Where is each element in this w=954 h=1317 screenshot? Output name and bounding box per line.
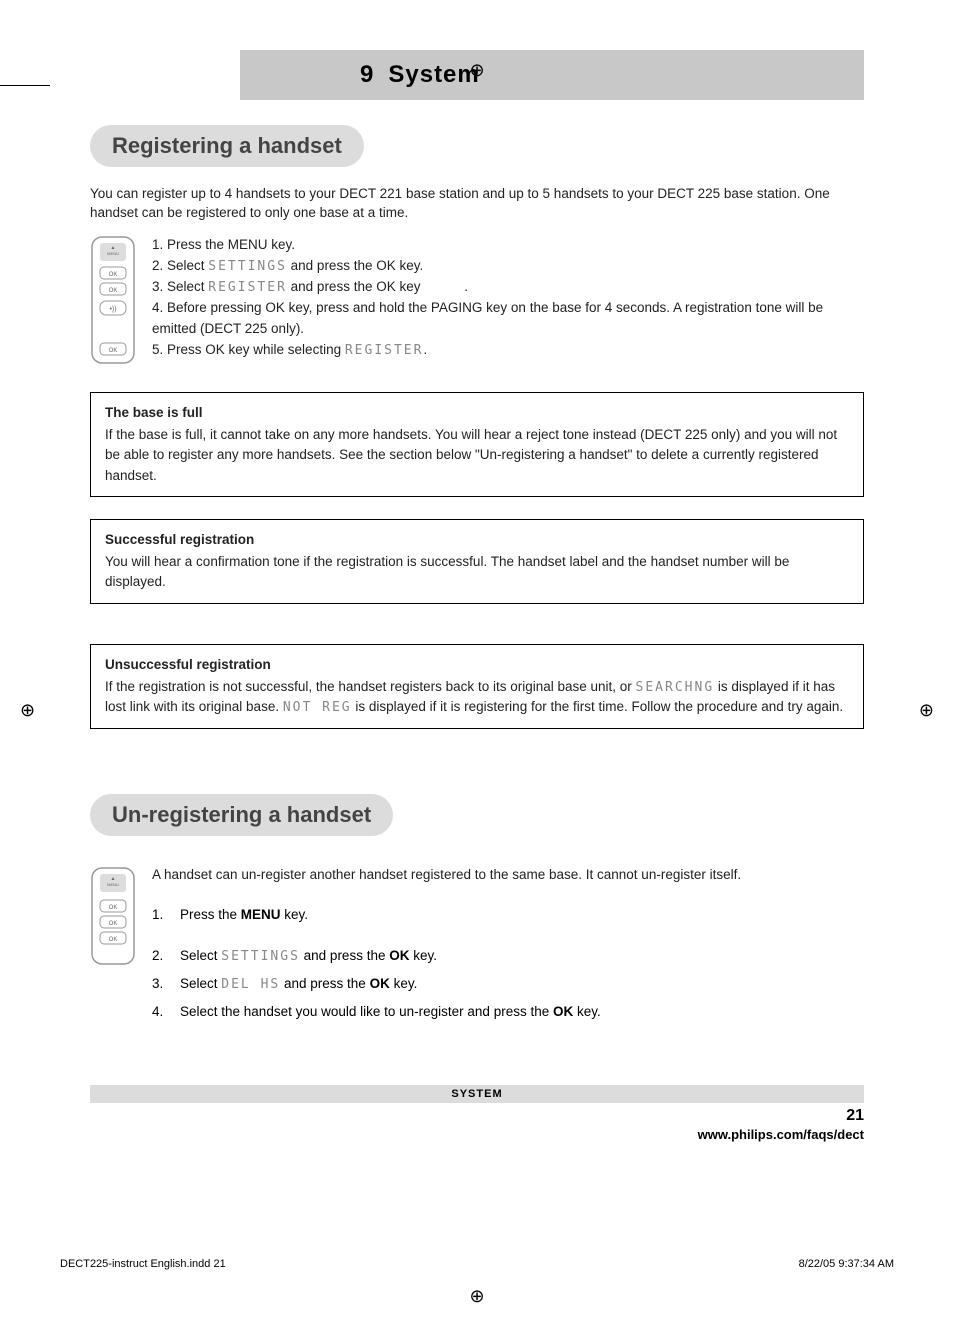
footer-stripe: SYSTEM xyxy=(90,1085,864,1103)
box1-body: If the base is full, it cannot take on a… xyxy=(105,425,849,486)
lcd-register-2: REGISTER xyxy=(345,343,424,358)
footer-url-row: www.philips.com/faqs/dect xyxy=(90,1127,864,1142)
box3-body: If the registration is not successful, t… xyxy=(105,677,849,718)
imprint-file: DECT225-instruct English.indd 21 xyxy=(60,1258,226,1270)
page-number: 21 xyxy=(846,1107,864,1125)
lcd-settings-2: SETTINGS xyxy=(221,949,300,964)
chapter-bar: 9 System xyxy=(240,50,864,100)
ustep-2: 2. Select SETTINGS and press the OK key. xyxy=(152,942,864,970)
box3-title: Unsuccessful registration xyxy=(105,655,849,675)
lcd-notreg: NOT REG xyxy=(283,700,352,715)
registration-mark-bottom: ⊕ xyxy=(469,1286,484,1307)
ustep-3: 3. Select DEL HS and press the OK key. xyxy=(152,970,864,998)
info-box-unsuccessful: Unsuccessful registration If the registr… xyxy=(90,644,864,729)
svg-text:MENU: MENU xyxy=(107,882,119,887)
step-lines: 1. Press the MENU key. 2. Select SETTING… xyxy=(152,235,864,361)
steps-block: ▲ MENU OK OK •)) OK 1. Press the MENU ke… xyxy=(90,235,864,370)
section1-intro: You can register up to 4 handsets to you… xyxy=(90,185,864,223)
svg-text:OK: OK xyxy=(109,288,118,294)
lcd-delhs: DEL HS xyxy=(221,977,280,992)
footer-label: SYSTEM xyxy=(451,1088,502,1100)
step-1: 1. Press the MENU key. xyxy=(152,235,864,256)
page: ⊕ ⊕ ⊕ 9 System Registering a handset You… xyxy=(0,50,954,1250)
svg-text:OK: OK xyxy=(109,905,118,911)
svg-text:OK: OK xyxy=(109,348,118,354)
step-4: 4. Before pressing OK key, press and hol… xyxy=(152,298,864,340)
footer-url: www.philips.com/faqs/dect xyxy=(698,1127,864,1142)
footer-under: 21 xyxy=(90,1107,864,1125)
section-heading-unregistering: Un-registering a handset xyxy=(90,794,393,836)
ustep-1: 1. Press the MENU key. xyxy=(152,901,864,928)
box2-title: Successful registration xyxy=(105,530,849,550)
step-2: 2. Select SETTINGS and press the OK key. xyxy=(152,256,864,277)
info-box-base-full: The base is full If the base is full, it… xyxy=(90,392,864,497)
unregister-content: A handset can un-register another handse… xyxy=(152,866,864,1025)
chapter-title: System xyxy=(388,61,479,89)
handset-icon-2: ▲ MENU OK OK OK xyxy=(90,866,136,971)
registration-mark-left: ⊕ xyxy=(20,700,35,721)
crop-mark xyxy=(0,85,50,87)
box1-title: The base is full xyxy=(105,403,849,423)
registration-mark-top: ⊕ xyxy=(469,60,484,81)
lcd-searchng: SEARCHNG xyxy=(636,680,715,695)
imprint: DECT225-instruct English.indd 21 8/22/05… xyxy=(0,1250,954,1270)
info-box-success: Successful registration You will hear a … xyxy=(90,519,864,604)
chapter-number: 9 xyxy=(360,61,374,89)
svg-text:OK: OK xyxy=(109,921,118,927)
box2-body: You will hear a confirmation tone if the… xyxy=(105,552,849,593)
unregister-block: ▲ MENU OK OK OK A handset can un-registe… xyxy=(90,866,864,1025)
lcd-settings: SETTINGS xyxy=(208,259,287,274)
lcd-register: REGISTER xyxy=(208,280,287,295)
footer: SYSTEM 21 www.philips.com/faqs/dect xyxy=(90,1085,864,1142)
step-3: 3. Select REGISTER and press the OK key … xyxy=(152,277,864,298)
registration-mark-right: ⊕ xyxy=(919,700,934,721)
ustep-4: 4. Select the handset you would like to … xyxy=(152,998,864,1025)
svg-text:•)): •)) xyxy=(109,306,116,313)
svg-text:OK: OK xyxy=(109,272,118,278)
svg-text:OK: OK xyxy=(109,937,118,943)
unregister-steps: 1. Press the MENU key. 2. Select SETTING… xyxy=(152,901,864,1025)
step-5: 5. Press OK key while selecting REGISTER… xyxy=(152,340,864,361)
section2-intro: A handset can un-register another handse… xyxy=(152,866,864,885)
handset-icon: ▲ MENU OK OK •)) OK xyxy=(90,235,136,370)
imprint-date: 8/22/05 9:37:34 AM xyxy=(799,1258,894,1270)
section-heading-registering: Registering a handset xyxy=(90,125,364,167)
svg-text:MENU: MENU xyxy=(107,251,119,256)
